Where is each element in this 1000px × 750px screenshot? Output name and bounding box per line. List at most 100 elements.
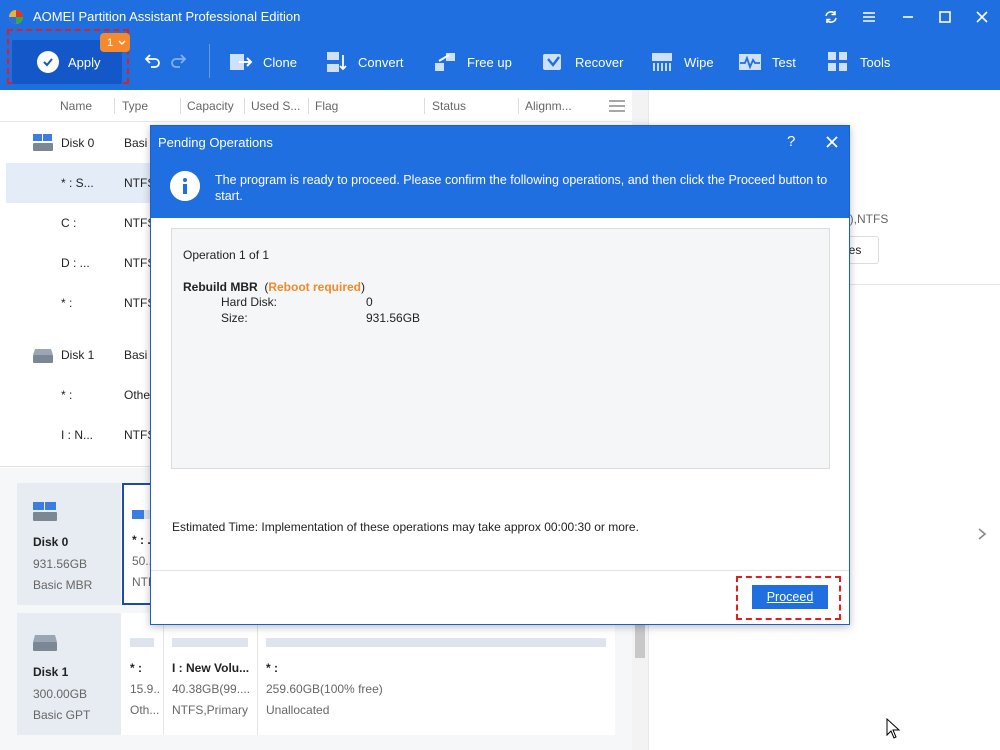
proceed-label: Proceed	[766, 590, 814, 604]
disk-name: Disk 0	[33, 535, 69, 549]
col-name[interactable]: Name	[60, 99, 92, 113]
operation-count: Operation 1 of 1	[183, 248, 270, 262]
recover-button[interactable]: Recover	[541, 50, 623, 74]
column-divider	[180, 98, 181, 114]
chevron-down-icon	[118, 40, 126, 45]
disk-name: Disk 1	[33, 665, 69, 679]
pending-count-badge[interactable]: 1	[100, 33, 130, 52]
free-up-button[interactable]: Free up	[433, 50, 512, 74]
operations-box: Operation 1 of 1 Rebuild MBR (Reboot req…	[171, 228, 830, 469]
size-value: 931.56GB	[366, 311, 421, 325]
test-button[interactable]: Test	[738, 50, 796, 74]
row-name: * :	[61, 388, 73, 402]
dialog-divider	[151, 570, 849, 571]
col-alignment[interactable]: Alignm...	[525, 99, 572, 113]
free-up-label: Free up	[467, 54, 512, 70]
clone-button[interactable]: Clone	[229, 50, 297, 74]
app-logo-icon	[9, 10, 23, 24]
partition-size: 40.38GB(99....	[172, 682, 251, 696]
partition-fs: NTFS,Primary	[172, 703, 248, 717]
tools-button[interactable]: Tools	[826, 50, 890, 74]
row-type: Basi	[124, 136, 148, 150]
column-header: Name Type Capacity Used S... Flag Status…	[0, 90, 632, 122]
recover-icon	[543, 54, 561, 70]
row-name: I : N...	[61, 428, 94, 442]
row-type: Othe	[124, 388, 151, 402]
col-status[interactable]: Status	[432, 99, 466, 113]
usage-bar	[266, 638, 606, 647]
convert-button[interactable]: Convert	[324, 50, 404, 74]
proceed-button[interactable]: Proceed	[752, 585, 828, 609]
partition-size: 259.60GB(100% free)	[266, 682, 383, 696]
app-header: AOMEI Partition Assistant Professional E…	[0, 0, 1000, 90]
chevron-right-icon[interactable]	[977, 527, 987, 541]
refresh-icon[interactable]	[819, 5, 843, 29]
usage-bar	[130, 638, 154, 647]
window-title: AOMEI Partition Assistant Professional E…	[33, 9, 301, 24]
partition-fs: Oth...	[130, 703, 160, 717]
partition-block[interactable]: * : 15.9... Oth...	[122, 613, 164, 735]
disk-info[interactable]: Disk 0 931.56GB Basic MBR	[17, 483, 121, 605]
disk-icon	[33, 349, 53, 363]
disk-card-1[interactable]: Disk 1 300.00GB Basic GPT * : 15.9... Ot…	[17, 613, 615, 735]
toolbar-separator	[209, 44, 210, 78]
disk-type: Basic GPT	[33, 708, 91, 722]
disk-info[interactable]: Disk 1 300.00GB Basic GPT	[17, 613, 121, 735]
minimize-icon[interactable]	[896, 5, 920, 29]
hard-disk-label: Hard Disk:	[221, 295, 278, 309]
clone-label: Clone	[263, 54, 297, 70]
menu-icon[interactable]	[857, 5, 881, 29]
usage-bar	[172, 638, 248, 647]
convert-label: Convert	[358, 54, 404, 70]
dialog-title: Pending Operations	[158, 135, 273, 150]
disk-icon	[33, 134, 53, 151]
close-icon[interactable]	[825, 135, 839, 149]
redo-icon[interactable]	[170, 53, 188, 69]
clone-icon	[230, 54, 253, 70]
disk-size: 300.00GB	[33, 687, 88, 701]
wipe-label: Wipe	[684, 54, 714, 70]
tools-label: Tools	[860, 54, 891, 70]
dialog-title-bar: Pending Operations ?	[151, 126, 849, 158]
convert-icon	[327, 52, 347, 72]
undo-icon[interactable]	[143, 53, 161, 69]
help-icon[interactable]: ?	[787, 133, 803, 151]
pending-count: 1	[107, 36, 114, 49]
col-type[interactable]: Type	[122, 99, 148, 113]
wipe-button[interactable]: Wipe	[650, 50, 714, 74]
partition-block[interactable]: I : New Volu... 40.38GB(99.... NTFS,Prim…	[164, 613, 258, 735]
disk-icon	[33, 635, 57, 651]
pending-operations-dialog: Pending Operations ? The program is read…	[150, 125, 850, 625]
column-divider	[308, 98, 309, 114]
test-label: Test	[772, 54, 796, 70]
row-type: Basi	[124, 348, 148, 362]
reboot-warning: Reboot required	[268, 280, 362, 294]
row-name: Disk 0	[61, 136, 95, 150]
row-name: Disk 1	[61, 348, 95, 362]
operation-title: Rebuild MBR (Reboot required)	[183, 280, 366, 294]
col-capacity[interactable]: Capacity	[187, 99, 234, 113]
apply-label: Apply	[68, 54, 101, 70]
partition-name: * :	[130, 661, 142, 675]
column-settings-icon[interactable]	[608, 100, 626, 112]
recover-label: Recover	[575, 54, 624, 70]
column-divider	[518, 98, 519, 114]
partition-block[interactable]: * : 259.60GB(100% free) Unallocated	[258, 613, 615, 735]
title-bar: AOMEI Partition Assistant Professional E…	[0, 0, 1000, 34]
test-icon	[739, 54, 761, 70]
estimated-time: Estimated Time: Implementation of these …	[172, 520, 639, 534]
close-window-icon[interactable]	[970, 5, 994, 29]
col-used[interactable]: Used S...	[251, 99, 300, 113]
tools-icon	[828, 52, 847, 71]
operation-name: Rebuild MBR	[183, 280, 258, 294]
row-name: * :	[61, 296, 73, 310]
usage-bar	[132, 510, 152, 519]
maximize-icon[interactable]	[933, 5, 957, 29]
partition-size: 15.9...	[130, 682, 160, 696]
disk-icon	[33, 502, 57, 521]
hard-disk-value: 0	[366, 295, 373, 309]
column-divider	[244, 98, 245, 114]
size-label: Size:	[221, 311, 248, 325]
col-flag[interactable]: Flag	[315, 99, 338, 113]
column-divider	[114, 98, 115, 114]
